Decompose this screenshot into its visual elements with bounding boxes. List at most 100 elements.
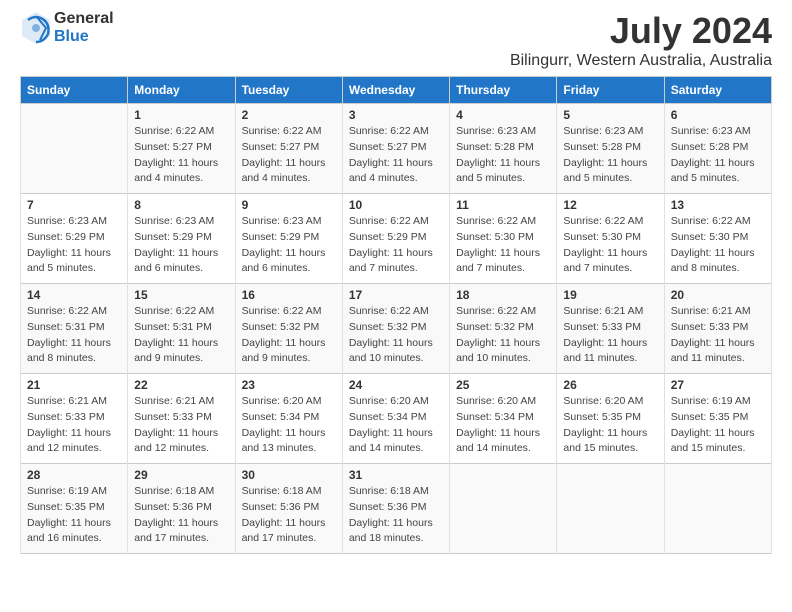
calendar-cell: 24 Sunrise: 6:20 AMSunset: 5:34 PMDayligh… [342, 374, 449, 464]
day-number: 28 [27, 468, 121, 482]
cell-details: Sunrise: 6:18 AMSunset: 5:36 PMDaylight:… [134, 484, 228, 547]
header: General Blue July 2024 Bilingurr, Wester… [20, 10, 772, 70]
calendar-cell: 30Sunrise: 6:18 AMSunset: 5:36 PMDayligh… [235, 464, 342, 554]
cell-details: Sunrise: 6:21 AMSunset: 5:33 PMDaylight:… [27, 394, 121, 457]
calendar-week-row: 1 Sunrise: 6:22 AMSunset: 5:27 PMDaylight… [21, 104, 772, 194]
cell-details: Sunrise: 6:22 AMSunset: 5:31 PMDaylight:… [134, 304, 228, 367]
day-header-sunday: Sunday [21, 77, 128, 104]
day-header-friday: Friday [557, 77, 664, 104]
day-number: 14 [27, 288, 121, 302]
day-number: 18 [456, 288, 550, 302]
calendar-cell: 16 Sunrise: 6:22 AMSunset: 5:32 PMDayligh… [235, 284, 342, 374]
day-number: 15 [134, 288, 228, 302]
calendar-cell: 4 Sunrise: 6:23 AMSunset: 5:28 PMDaylight… [450, 104, 557, 194]
day-number: 2 [242, 108, 336, 122]
day-number: 11 [456, 198, 550, 212]
day-number: 23 [242, 378, 336, 392]
cell-details: Sunrise: 6:21 AMSunset: 5:33 PMDaylight:… [134, 394, 228, 457]
main-title: July 2024 [510, 10, 772, 52]
subtitle: Bilingurr, Western Australia, Australia [510, 52, 772, 70]
calendar-cell: 8Sunrise: 6:23 AMSunset: 5:29 PMDaylight… [128, 194, 235, 284]
calendar-week-row: 14 Sunrise: 6:22 AMSunset: 5:31 PMDayligh… [21, 284, 772, 374]
calendar-cell: 17 Sunrise: 6:22 AMSunset: 5:32 PMDayligh… [342, 284, 449, 374]
cell-details: Sunrise: 6:22 AMSunset: 5:32 PMDaylight:… [242, 304, 336, 367]
day-number: 7 [27, 198, 121, 212]
day-header-tuesday: Tuesday [235, 77, 342, 104]
day-number: 26 [563, 378, 657, 392]
calendar-cell: 9 Sunrise: 6:23 AMSunset: 5:29 PMDaylight… [235, 194, 342, 284]
calendar-cell: 13Sunrise: 6:22 AMSunset: 5:30 PMDayligh… [664, 194, 771, 284]
calendar-cell [664, 464, 771, 554]
day-number: 20 [671, 288, 765, 302]
calendar-table: SundayMondayTuesdayWednesdayThursdayFrid… [20, 76, 772, 554]
cell-details: Sunrise: 6:20 AMSunset: 5:34 PMDaylight:… [242, 394, 336, 457]
day-number: 27 [671, 378, 765, 392]
cell-details: Sunrise: 6:18 AMSunset: 5:36 PMDaylight:… [349, 484, 443, 547]
calendar-cell: 15 Sunrise: 6:22 AMSunset: 5:31 PMDayligh… [128, 284, 235, 374]
cell-details: Sunrise: 6:23 AMSunset: 5:29 PMDaylight:… [27, 214, 121, 277]
calendar-cell: 28 Sunrise: 6:19 AMSunset: 5:35 PMDayligh… [21, 464, 128, 554]
calendar-body: 1 Sunrise: 6:22 AMSunset: 5:27 PMDaylight… [21, 104, 772, 554]
day-number: 4 [456, 108, 550, 122]
calendar-cell: 25 Sunrise: 6:20 AMSunset: 5:34 PMDayligh… [450, 374, 557, 464]
calendar-header-row: SundayMondayTuesdayWednesdayThursdayFrid… [21, 77, 772, 104]
cell-details: Sunrise: 6:18 AMSunset: 5:36 PMDaylight:… [242, 484, 336, 547]
calendar-cell [557, 464, 664, 554]
cell-details: Sunrise: 6:21 AMSunset: 5:33 PMDaylight:… [563, 304, 657, 367]
calendar-week-row: 7 Sunrise: 6:23 AMSunset: 5:29 PMDaylight… [21, 194, 772, 284]
calendar-cell: 31 Sunrise: 6:18 AMSunset: 5:36 PMDayligh… [342, 464, 449, 554]
day-number: 1 [134, 108, 228, 122]
cell-details: Sunrise: 6:20 AMSunset: 5:34 PMDaylight:… [349, 394, 443, 457]
calendar-cell: 10Sunrise: 6:22 AMSunset: 5:29 PMDayligh… [342, 194, 449, 284]
logo-text: General Blue [54, 10, 114, 46]
calendar-cell: 18 Sunrise: 6:22 AMSunset: 5:32 PMDayligh… [450, 284, 557, 374]
day-number: 24 [349, 378, 443, 392]
cell-details: Sunrise: 6:22 AMSunset: 5:27 PMDaylight:… [349, 124, 443, 187]
day-header-monday: Monday [128, 77, 235, 104]
calendar-cell: 22 Sunrise: 6:21 AMSunset: 5:33 PMDayligh… [128, 374, 235, 464]
cell-details: Sunrise: 6:22 AMSunset: 5:30 PMDaylight:… [563, 214, 657, 277]
day-number: 25 [456, 378, 550, 392]
cell-details: Sunrise: 6:20 AMSunset: 5:34 PMDaylight:… [456, 394, 550, 457]
title-area: July 2024 Bilingurr, Western Australia, … [510, 10, 772, 70]
calendar-cell: 21 Sunrise: 6:21 AMSunset: 5:33 PMDayligh… [21, 374, 128, 464]
calendar-week-row: 28 Sunrise: 6:19 AMSunset: 5:35 PMDayligh… [21, 464, 772, 554]
logo-icon [20, 10, 52, 46]
calendar-cell: 3Sunrise: 6:22 AMSunset: 5:27 PMDaylight… [342, 104, 449, 194]
day-number: 21 [27, 378, 121, 392]
calendar-cell: 27Sunrise: 6:19 AMSunset: 5:35 PMDayligh… [664, 374, 771, 464]
cell-details: Sunrise: 6:22 AMSunset: 5:32 PMDaylight:… [456, 304, 550, 367]
day-number: 9 [242, 198, 336, 212]
cell-details: Sunrise: 6:23 AMSunset: 5:29 PMDaylight:… [134, 214, 228, 277]
day-number: 29 [134, 468, 228, 482]
calendar-cell: 20Sunrise: 6:21 AMSunset: 5:33 PMDayligh… [664, 284, 771, 374]
calendar-cell: 6Sunrise: 6:23 AMSunset: 5:28 PMDaylight… [664, 104, 771, 194]
day-number: 5 [563, 108, 657, 122]
cell-details: Sunrise: 6:20 AMSunset: 5:35 PMDaylight:… [563, 394, 657, 457]
day-number: 31 [349, 468, 443, 482]
day-number: 16 [242, 288, 336, 302]
calendar-cell: 2 Sunrise: 6:22 AMSunset: 5:27 PMDaylight… [235, 104, 342, 194]
cell-details: Sunrise: 6:23 AMSunset: 5:28 PMDaylight:… [671, 124, 765, 187]
calendar-cell: 11Sunrise: 6:22 AMSunset: 5:30 PMDayligh… [450, 194, 557, 284]
cell-details: Sunrise: 6:22 AMSunset: 5:27 PMDaylight:… [242, 124, 336, 187]
day-number: 22 [134, 378, 228, 392]
day-number: 17 [349, 288, 443, 302]
cell-details: Sunrise: 6:19 AMSunset: 5:35 PMDaylight:… [27, 484, 121, 547]
cell-details: Sunrise: 6:22 AMSunset: 5:27 PMDaylight:… [134, 124, 228, 187]
day-number: 12 [563, 198, 657, 212]
day-header-wednesday: Wednesday [342, 77, 449, 104]
cell-details: Sunrise: 6:23 AMSunset: 5:28 PMDaylight:… [563, 124, 657, 187]
calendar-cell: 26 Sunrise: 6:20 AMSunset: 5:35 PMDayligh… [557, 374, 664, 464]
calendar-cell: 19Sunrise: 6:21 AMSunset: 5:33 PMDayligh… [557, 284, 664, 374]
cell-details: Sunrise: 6:23 AMSunset: 5:29 PMDaylight:… [242, 214, 336, 277]
day-header-thursday: Thursday [450, 77, 557, 104]
cell-details: Sunrise: 6:22 AMSunset: 5:32 PMDaylight:… [349, 304, 443, 367]
cell-details: Sunrise: 6:23 AMSunset: 5:28 PMDaylight:… [456, 124, 550, 187]
calendar-cell [450, 464, 557, 554]
day-number: 10 [349, 198, 443, 212]
logo: General Blue [20, 10, 114, 46]
calendar-cell: 12 Sunrise: 6:22 AMSunset: 5:30 PMDayligh… [557, 194, 664, 284]
day-header-saturday: Saturday [664, 77, 771, 104]
calendar-cell [21, 104, 128, 194]
